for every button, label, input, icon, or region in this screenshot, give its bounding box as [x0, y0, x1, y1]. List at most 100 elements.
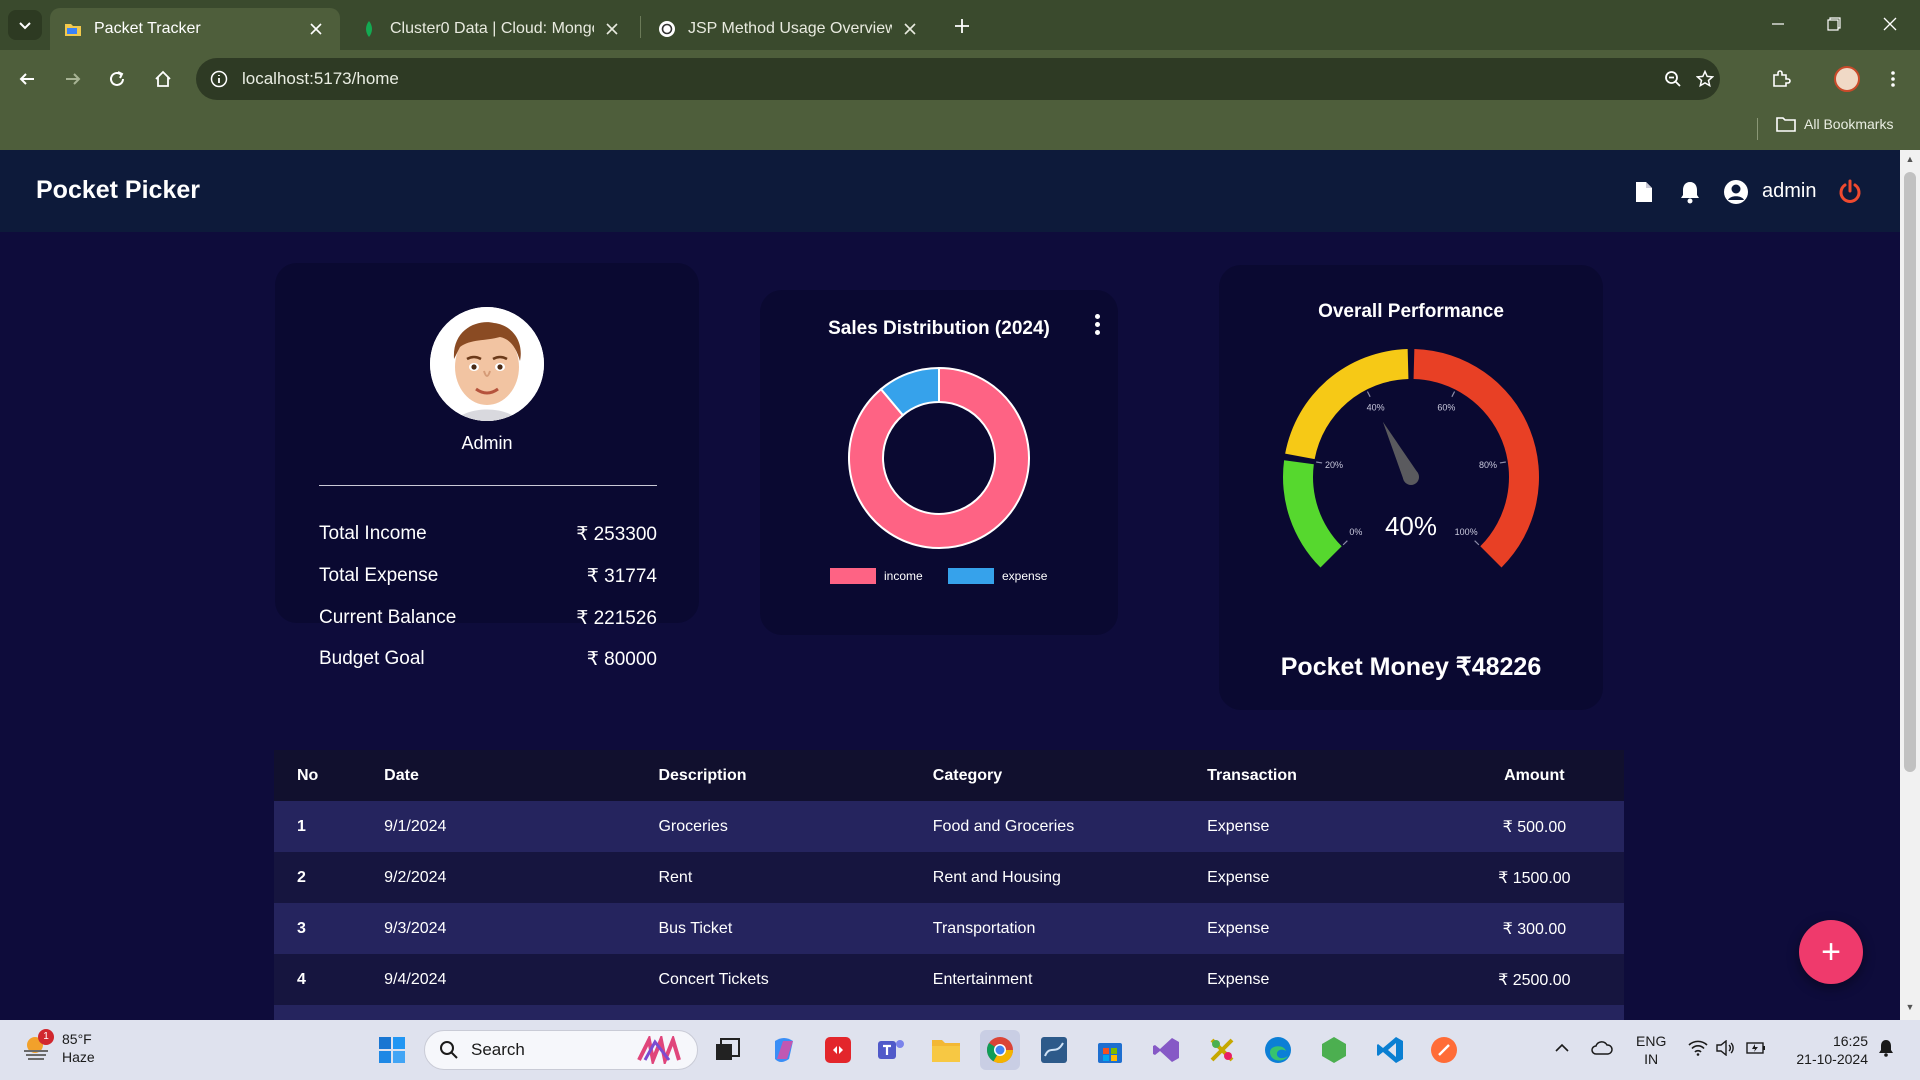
close-window-button[interactable] — [1862, 8, 1918, 40]
forward-button[interactable] — [56, 62, 90, 96]
database-app-icon — [1041, 1037, 1067, 1063]
table-row[interactable]: 4 9/4/2024 Concert Tickets Entertainment… — [274, 954, 1624, 1005]
stat-budget-goal: Budget Goal ₹ 80000 — [319, 648, 657, 671]
onedrive-tray[interactable] — [1588, 1034, 1616, 1062]
all-bookmarks-button[interactable]: All Bookmarks — [1776, 116, 1893, 132]
user-account-button[interactable] — [1722, 178, 1750, 206]
start-button[interactable] — [372, 1030, 412, 1070]
cell-amount — [1444, 1005, 1624, 1020]
document-icon — [1636, 182, 1652, 202]
copilot-button[interactable] — [764, 1030, 804, 1070]
tab-mongodb[interactable]: Cluster0 Data | Cloud: MongoDB — [346, 8, 636, 50]
vscode-button[interactable] — [1370, 1030, 1410, 1070]
gauge-zone-1 — [1285, 349, 1409, 460]
visual-studio-button[interactable] — [1146, 1030, 1186, 1070]
file-explorer-button[interactable] — [926, 1030, 966, 1070]
site-info-button[interactable] — [206, 66, 232, 92]
close-tab-icon[interactable] — [306, 19, 326, 39]
volume-tray[interactable] — [1712, 1034, 1740, 1062]
cell-description: Groceries — [658, 801, 933, 852]
edge-button[interactable] — [1258, 1030, 1298, 1070]
taskbar-search[interactable]: Search — [424, 1030, 698, 1070]
close-tab-icon[interactable] — [602, 19, 622, 39]
table-row[interactable]: 3 9/3/2024 Bus Ticket Transportation Exp… — [274, 903, 1624, 954]
legend-label: income — [884, 569, 923, 583]
leaf-favicon-icon — [360, 20, 378, 38]
profile-button[interactable] — [1830, 62, 1864, 96]
language-line2: IN — [1644, 1051, 1659, 1067]
performance-gauge: 0% 20% 40% 60% 80% 100% 40% — [1283, 349, 1539, 568]
store-button[interactable] — [1090, 1030, 1130, 1070]
tab-title: Cluster0 Data | Cloud: MongoDB — [390, 20, 594, 37]
tab-search-button[interactable] — [8, 10, 42, 40]
scroll-thumb[interactable] — [1904, 172, 1916, 772]
taskbar-clock[interactable]: 16:25 21-10-2024 — [1784, 1032, 1868, 1068]
chrome-button[interactable] — [980, 1030, 1020, 1070]
mysql-workbench-button[interactable] — [1034, 1030, 1074, 1070]
browser-menu-button[interactable] — [1876, 62, 1910, 96]
tab-title: Packet Tracker — [94, 20, 201, 37]
close-icon — [1883, 17, 1897, 31]
gauge-tick-label: 80% — [1479, 460, 1497, 470]
language-indicator[interactable]: ENG IN — [1636, 1032, 1666, 1068]
tab-jsp-method[interactable]: JSP Method Usage Overview — [644, 8, 934, 50]
legend-income[interactable]: income — [830, 568, 923, 584]
battery-icon — [1746, 1042, 1765, 1054]
notification-center-button[interactable] — [1872, 1034, 1900, 1062]
weather-widget[interactable]: 1 85°F Haze — [22, 1029, 95, 1066]
home-button[interactable] — [146, 62, 180, 96]
gauge-title: Overall Performance — [1318, 301, 1504, 322]
restore-button[interactable] — [1806, 8, 1862, 40]
table-row[interactable]: 2 9/2/2024 Rent Rent and Housing Expense… — [274, 852, 1624, 903]
tab-packet-tracker[interactable]: Packet Tracker — [50, 8, 340, 50]
cell-category: Food and Groceries — [932, 801, 1208, 852]
scroll-down-arrow-icon[interactable]: ▼ — [1904, 1002, 1916, 1014]
gauge-tick-label: 20% — [1325, 460, 1343, 470]
app-red-button[interactable] — [818, 1030, 858, 1070]
zoom-icon — [1665, 71, 1681, 87]
power-icon — [1839, 179, 1861, 203]
extensions-button[interactable] — [1764, 62, 1798, 96]
page-scrollbar[interactable]: ▲ ▼ — [1900, 150, 1920, 1020]
legend-swatch — [948, 568, 994, 584]
table-row[interactable]: 1 9/1/2024 Groceries Food and Groceries … — [274, 801, 1624, 852]
notifications-button[interactable] — [1676, 178, 1704, 206]
minimize-button[interactable] — [1750, 8, 1806, 40]
reload-button[interactable] — [100, 62, 134, 96]
stat-label: Total Expense — [319, 565, 439, 586]
close-tab-icon[interactable] — [900, 19, 920, 39]
show-hidden-icons-button[interactable] — [1548, 1034, 1576, 1062]
logout-button[interactable] — [1836, 178, 1864, 206]
report-button[interactable] — [1630, 178, 1658, 206]
app-red-icon — [825, 1037, 851, 1063]
header-description: Description — [658, 750, 933, 801]
teams-button[interactable] — [872, 1030, 912, 1070]
cell-date: 9/1/2024 — [384, 801, 659, 852]
url-text: localhost:5173/home — [242, 69, 399, 88]
address-bar[interactable]: localhost:5173/home — [196, 58, 1720, 100]
bookmark-star-button[interactable] — [1692, 66, 1718, 92]
table-row[interactable] — [274, 1005, 1624, 1020]
pocket-money: Pocket Money ₹48226 — [1280, 653, 1542, 681]
username-label[interactable]: admin — [1762, 180, 1816, 203]
gauge-tick-label: 0% — [1349, 527, 1362, 537]
chart-menu-button[interactable] — [1090, 312, 1104, 338]
folder-favicon-icon — [64, 20, 82, 38]
chart-title: Sales Distribution (2024) — [828, 318, 1050, 339]
battery-tray[interactable] — [1742, 1034, 1770, 1062]
arrow-right-icon — [66, 73, 81, 85]
task-view-button[interactable] — [708, 1030, 748, 1070]
scroll-up-arrow-icon[interactable]: ▲ — [1904, 154, 1916, 166]
new-tab-button[interactable] — [948, 12, 976, 40]
gauge-tick-label: 60% — [1437, 403, 1455, 413]
nodejs-button[interactable] — [1314, 1030, 1354, 1070]
wifi-tray[interactable] — [1684, 1034, 1712, 1062]
add-transaction-button[interactable]: + — [1799, 920, 1863, 984]
zoom-button[interactable] — [1660, 66, 1686, 92]
bookmarks-bar: All Bookmarks — [0, 108, 1920, 150]
back-button[interactable] — [10, 62, 44, 96]
legend-expense[interactable]: expense — [948, 568, 1047, 584]
app-palette-button[interactable] — [1202, 1030, 1242, 1070]
cell-transaction — [1207, 1005, 1445, 1020]
postman-button[interactable] — [1424, 1030, 1464, 1070]
